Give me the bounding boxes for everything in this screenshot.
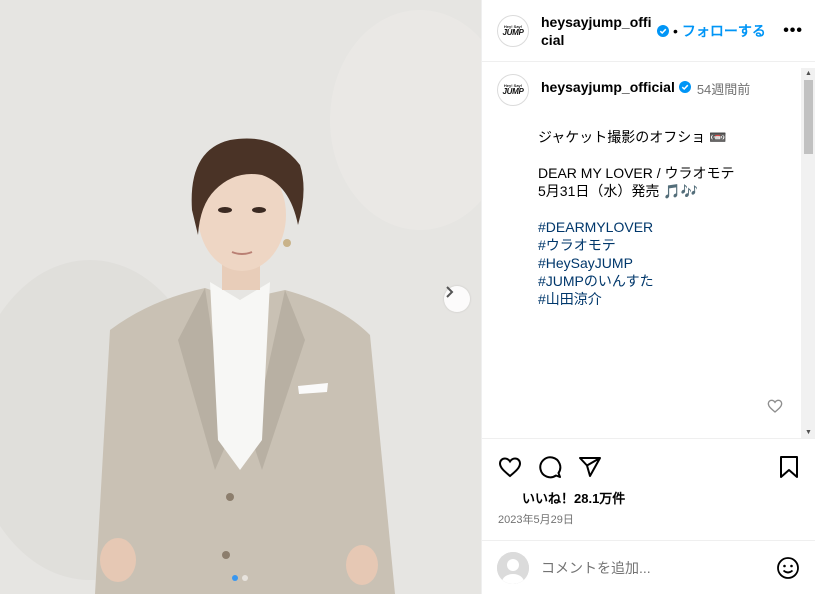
hashtag-link[interactable]: #DEARMYLOVER <box>538 218 778 236</box>
avatar-logo-text: JUMP <box>502 27 524 37</box>
caption-username[interactable]: heysayjump_official <box>541 78 675 106</box>
more-options-button[interactable]: ••• <box>783 22 803 40</box>
scroll-up-arrow-icon[interactable]: ▲ <box>805 70 812 77</box>
default-avatar-icon <box>497 551 529 584</box>
header-username[interactable]: heysayjump_official <box>541 13 657 49</box>
scroll-down-arrow-icon[interactable]: ▼ <box>805 429 812 436</box>
hashtag-link[interactable]: #山田涼介 <box>538 290 778 308</box>
add-comment-bar: コメントを追加... <box>482 540 815 594</box>
caption-line: ジャケット撮影のオフショ 📼 <box>538 129 727 145</box>
verified-icon <box>678 81 691 93</box>
carousel-dot-active <box>232 575 238 581</box>
comment-icon[interactable] <box>538 455 562 479</box>
carousel-next-button[interactable] <box>444 286 470 312</box>
caption-header: Hey! Say! JUMP heysayjump_official 54週間前 <box>482 62 815 106</box>
heart-icon[interactable] <box>497 455 523 479</box>
caption-like-heart-icon[interactable] <box>767 398 783 414</box>
post-header: Hey! Say! JUMP heysayjump_official • フォロ… <box>482 0 815 62</box>
carousel-indicator <box>232 575 248 581</box>
caption-line: DEAR MY LOVER / ウラオモテ <box>538 165 735 181</box>
caption-line <box>538 146 778 164</box>
post-actions: いいね！28.1万件 2023年5月29日 <box>482 438 815 540</box>
post-time-ago[interactable]: 54週間前 <box>697 79 750 106</box>
comment-input[interactable]: コメントを追加... <box>541 558 776 578</box>
verified-icon <box>657 24 669 37</box>
caption-avatar[interactable]: Hey! Say! JUMP <box>497 74 529 106</box>
comments-scrollbar[interactable]: ▲ ▼ <box>801 68 815 438</box>
hashtag-link[interactable]: #HeySayJUMP <box>538 254 778 272</box>
header-separator: • <box>673 22 678 39</box>
post-photo[interactable] <box>0 0 481 594</box>
carousel-dot <box>242 575 248 581</box>
caption-text: ジャケット撮影のオフショ 📼 DEAR MY LOVER / ウラオモテ 5月3… <box>538 128 778 308</box>
share-icon[interactable] <box>578 455 602 479</box>
chevron-right-icon <box>446 286 454 298</box>
avatar-logo-text: JUMP <box>502 87 524 96</box>
comments-section: Hey! Say! JUMP heysayjump_official 54週間前… <box>482 62 815 438</box>
hashtag-link[interactable]: #JUMPのいんすた <box>538 272 778 290</box>
username-part[interactable]: al <box>553 32 565 48</box>
caption-line <box>538 200 778 218</box>
likes-count[interactable]: いいね！28.1万件 <box>522 488 625 507</box>
bookmark-icon[interactable] <box>778 455 800 479</box>
follow-button[interactable]: フォローする <box>682 21 766 41</box>
scrollbar-thumb[interactable] <box>804 80 813 154</box>
post-detail-panel: Hey! Say! JUMP heysayjump_official • フォロ… <box>481 0 815 594</box>
hashtag-link[interactable]: #ウラオモテ <box>538 236 778 254</box>
photo-illustration <box>0 0 481 594</box>
emoji-icon[interactable] <box>776 556 800 580</box>
caption-line: 5月31日（水）発売 🎵🎶 <box>538 183 699 199</box>
current-user-avatar <box>497 551 529 584</box>
post-date[interactable]: 2023年5月29日 <box>498 511 574 527</box>
profile-avatar[interactable]: Hey! Say! JUMP <box>497 14 529 47</box>
